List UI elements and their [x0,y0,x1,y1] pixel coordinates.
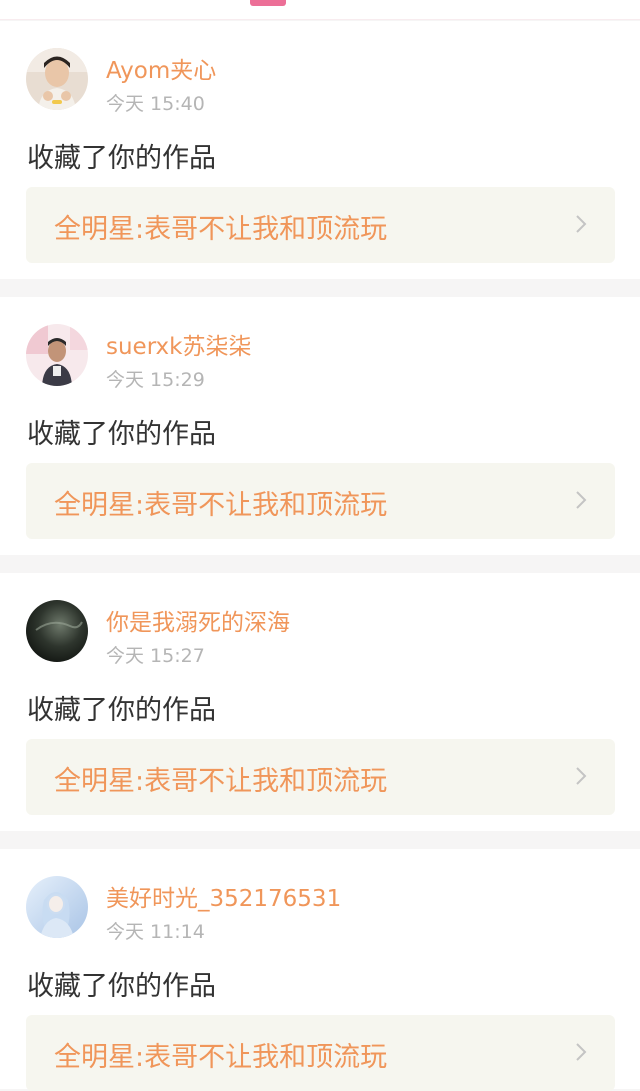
timestamp: 今天 11:14 [106,921,205,943]
chevron-right-icon [576,1043,587,1061]
username[interactable]: suerxk苏柒柒 [106,327,251,361]
timestamp: 今天 15:40 [106,93,205,115]
chevron-right-icon [576,215,587,233]
timestamp: 今天 15:29 [106,369,205,391]
action-text: 收藏了你的作品 [27,143,216,174]
avatar[interactable] [26,324,88,386]
work-link[interactable]: 全明星:表哥不让我和顶流玩 [26,1015,615,1091]
notification-card: Ayom夹心 今天 15:40 收藏了你的作品 全明星:表哥不让我和顶流玩 [0,21,640,279]
avatar[interactable] [26,48,88,110]
avatar[interactable] [26,600,88,662]
chevron-right-icon [576,767,587,785]
tab-bar [0,0,640,20]
work-link[interactable]: 全明星:表哥不让我和顶流玩 [26,463,615,539]
active-tab-indicator [250,0,286,6]
avatar[interactable] [26,876,88,938]
work-title: 全明星:表哥不让我和顶流玩 [54,766,388,797]
username[interactable]: 你是我溺死的深海 [106,603,290,637]
action-text: 收藏了你的作品 [27,695,216,726]
notification-card: 你是我溺死的深海 今天 15:27 收藏了你的作品 全明星:表哥不让我和顶流玩 [0,573,640,831]
work-title: 全明星:表哥不让我和顶流玩 [54,214,388,245]
action-text: 收藏了你的作品 [27,971,216,1002]
work-link[interactable]: 全明星:表哥不让我和顶流玩 [26,739,615,815]
work-title: 全明星:表哥不让我和顶流玩 [54,1042,388,1073]
username[interactable]: Ayom夹心 [106,51,216,85]
timestamp: 今天 15:27 [106,645,205,667]
work-link[interactable]: 全明星:表哥不让我和顶流玩 [26,187,615,263]
username[interactable]: 美好时光_352176531 [106,879,341,913]
action-text: 收藏了你的作品 [27,419,216,450]
chevron-right-icon [576,491,587,509]
work-title: 全明星:表哥不让我和顶流玩 [54,490,388,521]
notification-card: 美好时光_352176531 今天 11:14 收藏了你的作品 全明星:表哥不让… [0,849,640,1091]
notification-card: suerxk苏柒柒 今天 15:29 收藏了你的作品 全明星:表哥不让我和顶流玩 [0,297,640,555]
